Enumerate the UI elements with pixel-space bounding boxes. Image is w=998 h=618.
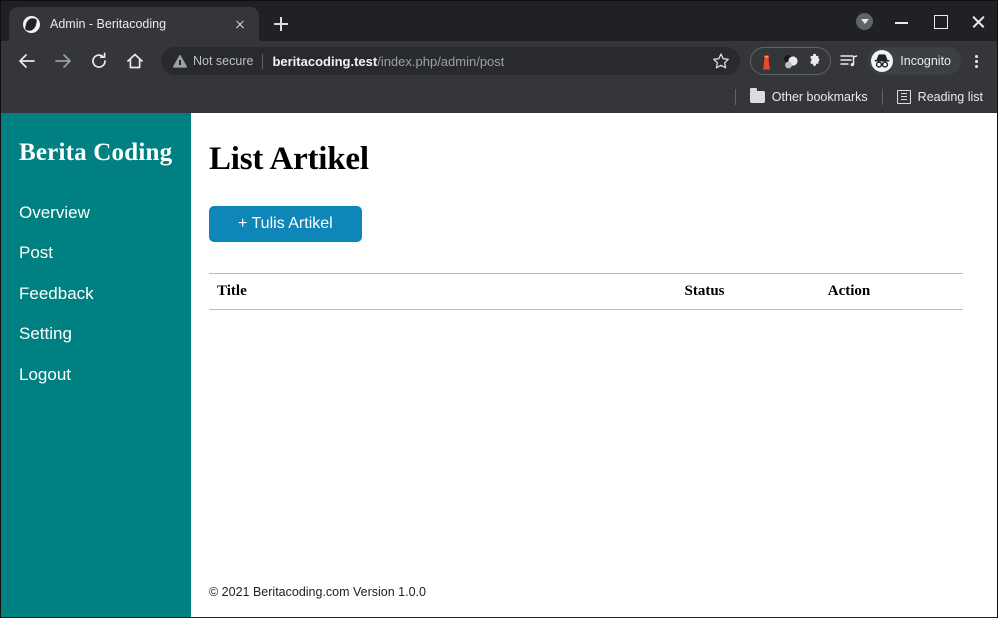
sidebar-item-overview[interactable]: Overview [1,193,191,233]
profile-label: Incognito [900,54,951,68]
page-viewport: Berita Coding Overview Post Feedback Set… [1,113,997,617]
browser-toolbar: Not secure beritacoding.test/index.php/a… [1,41,997,81]
puzzle-piece-icon[interactable] [806,53,823,70]
maximize-button[interactable] [921,5,959,37]
address-bar[interactable]: Not secure beritacoding.test/index.php/a… [161,47,740,75]
tab-title: Admin - Beritacoding [50,17,231,31]
bookmarks-divider [735,89,736,105]
table-header-row: Title Status Action [209,274,963,310]
folder-icon [750,91,765,103]
security-status-text: Not secure [193,54,253,68]
sidebar-item-post[interactable]: Post [1,233,191,273]
reading-list-label: Reading list [918,90,983,104]
reload-icon[interactable] [84,46,114,76]
download-icon[interactable] [845,5,883,37]
sidebar-nav: Overview Post Feedback Setting Logout [1,193,191,395]
column-header-action: Action [820,274,963,310]
column-header-title: Title [209,274,676,310]
url-path: /index.php/admin/post [377,54,504,69]
reading-list-icon [897,90,911,104]
omnibox-divider [262,54,263,69]
footer-copyright: © 2021 Beritacoding.com Version 1.0.0 [209,585,426,599]
sidebar-item-feedback[interactable]: Feedback [1,274,191,314]
other-bookmarks-button[interactable]: Other bookmarks [746,87,872,107]
article-table: Title Status Action [209,273,963,310]
lighthouse-icon[interactable] [758,53,775,70]
other-bookmarks-label: Other bookmarks [772,90,868,104]
sidebar-item-setting[interactable]: Setting [1,314,191,354]
page-title: List Artikel [209,141,963,178]
media-list-icon[interactable] [835,47,863,75]
browser-window: Admin - Beritacoding [0,0,998,618]
profile-incognito-button[interactable]: Incognito [868,47,961,75]
not-secure-warning-icon [173,55,187,68]
molecule-icon[interactable] [782,53,799,70]
back-icon[interactable] [12,46,42,76]
close-window-button[interactable] [959,5,997,37]
browser-menu-icon[interactable] [963,47,989,75]
admin-sidebar: Berita Coding Overview Post Feedback Set… [1,113,191,617]
close-tab-icon[interactable] [231,15,249,33]
window-controls [845,1,997,41]
minimize-button[interactable] [883,5,921,37]
incognito-avatar-icon [871,50,893,72]
url-host: beritacoding.test [272,54,377,69]
reading-list-button[interactable]: Reading list [893,87,987,107]
write-article-button[interactable]: + Tulis Artikel [209,206,362,242]
globe-icon [23,16,40,33]
forward-icon[interactable] [48,46,78,76]
tab-strip: Admin - Beritacoding [1,1,997,41]
brand-title: Berita Coding [1,135,191,167]
table-head: Title Status Action [209,274,963,310]
new-tab-button[interactable] [267,10,295,38]
browser-tab[interactable]: Admin - Beritacoding [9,7,259,41]
home-icon[interactable] [120,46,150,76]
url-text: beritacoding.test/index.php/admin/post [272,54,706,69]
bookmarks-bar: Other bookmarks Reading list [1,81,997,113]
extensions-pill [750,47,831,75]
main-content: List Artikel + Tulis Artikel Title Statu… [191,113,997,617]
column-header-status: Status [676,274,819,310]
bookmark-star-icon[interactable] [712,52,730,70]
bookmarks-divider-2 [882,89,883,105]
sidebar-item-logout[interactable]: Logout [1,355,191,395]
